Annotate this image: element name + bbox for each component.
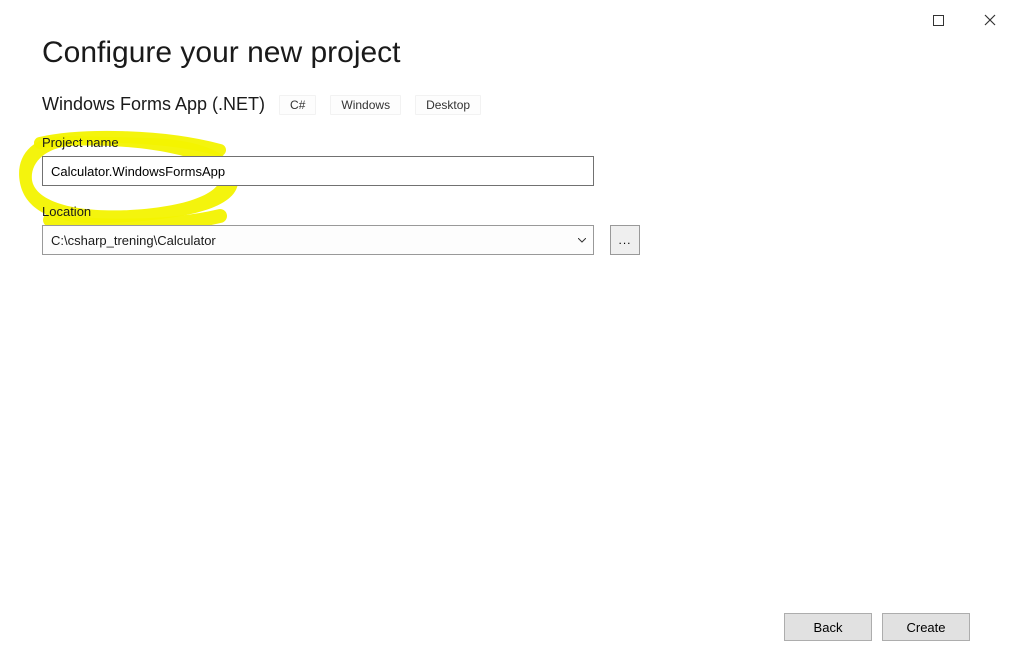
page-title: Configure your new project bbox=[42, 36, 970, 70]
project-name-input[interactable] bbox=[42, 156, 594, 186]
tag-language: C# bbox=[279, 95, 316, 115]
project-name-label: Project name bbox=[42, 135, 970, 150]
tag-type: Desktop bbox=[415, 95, 481, 115]
location-label: Location bbox=[42, 204, 970, 219]
browse-location-button[interactable]: ... bbox=[610, 225, 640, 255]
location-value: C:\csharp_trening\Calculator bbox=[51, 233, 216, 248]
location-combobox[interactable]: C:\csharp_trening\Calculator bbox=[42, 225, 594, 255]
create-button[interactable]: Create bbox=[882, 613, 970, 641]
tag-platform: Windows bbox=[330, 95, 401, 115]
back-button[interactable]: Back bbox=[784, 613, 872, 641]
restore-window-icon[interactable] bbox=[924, 6, 952, 34]
close-window-icon[interactable] bbox=[976, 6, 1004, 34]
chevron-down-icon[interactable] bbox=[573, 226, 589, 254]
template-name: Windows Forms App (.NET) bbox=[42, 94, 265, 115]
template-info-row: Windows Forms App (.NET) C# Windows Desk… bbox=[42, 94, 970, 115]
